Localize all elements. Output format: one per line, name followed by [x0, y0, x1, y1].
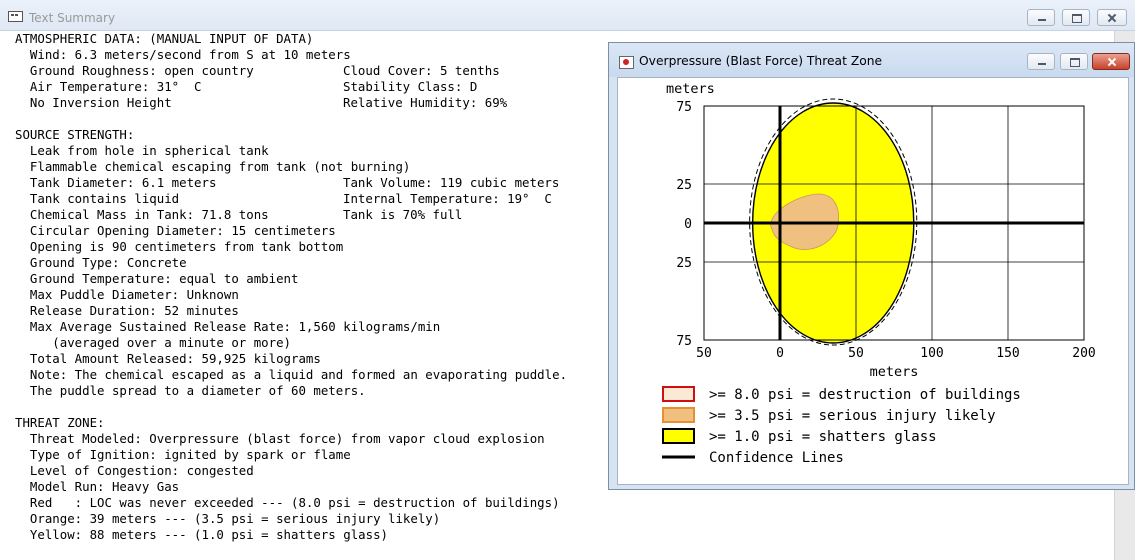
summary-text-left: Max Puddle Diameter: Unknown — [15, 287, 239, 302]
app-icon — [8, 11, 23, 22]
summary-text-left: Model Run: Heavy Gas — [15, 479, 180, 494]
threat-zone-titlebar[interactable]: Overpressure (Blast Force) Threat Zone — [609, 43, 1134, 77]
threat-zone-chart: meters 75 25 0 25 75 50 0 50 100 150 200 meters >= 8.… — [662, 81, 1096, 466]
threat-zone-window: Overpressure (Blast Force) Threat Zone m… — [608, 42, 1135, 490]
y-tick-label: 25 — [676, 178, 692, 193]
tz-minimize-button[interactable] — [1027, 53, 1055, 70]
summary-text-left: Total Amount Released: 59,925 kilograms — [15, 351, 321, 366]
legend-label: Confidence Lines — [709, 450, 844, 466]
summary-text-left: No Inversion Height — [15, 95, 172, 110]
summary-text-left: SOURCE STRENGTH: — [15, 127, 135, 142]
summary-text-left: Orange: 39 meters --- (3.5 psi = serious… — [15, 511, 441, 526]
summary-text-left: Circular Opening Diameter: 15 centimeter… — [15, 223, 336, 238]
summary-text-left: Type of Ignition: ignited by spark or fl… — [15, 447, 351, 462]
x-tick-label: 50 — [848, 346, 864, 361]
summary-text-right: Tank is 70% full — [343, 207, 463, 222]
x-tick-label: 100 — [920, 346, 943, 361]
summary-text-right: Cloud Cover: 5 tenths — [343, 63, 500, 78]
summary-text-right: Stability Class: D — [343, 79, 478, 94]
summary-text-left: Ground Type: Concrete — [15, 255, 187, 270]
summary-text-left: Red : LOC was never exceeded --- (8.0 ps… — [15, 495, 560, 510]
y-tick-label: 25 — [676, 256, 692, 271]
summary-text-left: ATMOSPHERIC DATA: (MANUAL INPUT OF DATA) — [15, 31, 314, 46]
summary-text-left: Tank Diameter: 6.1 meters — [15, 175, 217, 190]
legend-label: >= 1.0 psi = shatters glass — [709, 429, 937, 445]
legend-swatch-red — [662, 386, 695, 402]
summary-text-left: (averaged over a minute or more) — [15, 335, 292, 350]
threat-zone-plot-area: meters 75 25 0 25 75 50 0 50 100 150 200 meters >= 8.… — [617, 77, 1129, 485]
tz-close-button[interactable] — [1092, 53, 1130, 70]
summary-text-right: Relative Humidity: 69% — [343, 95, 508, 110]
summary-text-left: Tank contains liquid — [15, 191, 180, 206]
minimize-button[interactable] — [1027, 9, 1055, 26]
summary-text-left: The puddle spread to a diameter of 60 me… — [15, 383, 366, 398]
minimize-icon — [1028, 10, 1054, 25]
maximize-button[interactable] — [1062, 9, 1090, 26]
y-tick-label: 75 — [676, 100, 692, 115]
close-button[interactable] — [1097, 9, 1127, 26]
x-axis-title: meters — [870, 364, 919, 380]
x-tick-label: 150 — [996, 346, 1019, 361]
summary-text-right: Internal Temperature: 19° C — [343, 191, 552, 206]
summary-text-left: Yellow: 88 meters --- (1.0 psi = shatter… — [15, 527, 388, 542]
summary-text-left: Chemical Mass in Tank: 71.8 tons — [15, 207, 269, 222]
maximize-icon — [1061, 54, 1087, 69]
close-icon — [1093, 54, 1129, 69]
tz-maximize-button[interactable] — [1060, 53, 1088, 70]
summary-text-left: Release Duration: 52 minutes — [15, 303, 239, 318]
maximize-icon — [1063, 10, 1089, 25]
summary-text-left: Leak from hole in spherical tank — [15, 143, 269, 158]
summary-text-left: Opening is 90 centimeters from tank bott… — [15, 239, 344, 254]
text-summary-title: Text Summary — [29, 11, 116, 25]
legend-label: >= 8.0 psi = destruction of buildings — [709, 387, 1021, 403]
y-tick-label: 0 — [684, 217, 692, 232]
summary-text-left: Ground Roughness: open country — [15, 63, 254, 78]
legend-swatch-yellow — [662, 428, 695, 444]
summary-text-left: Wind: 6.3 meters/second from S at 10 met… — [15, 47, 351, 62]
summary-text-left: Threat Modeled: Overpressure (blast forc… — [15, 431, 545, 446]
y-axis-title: meters — [666, 81, 715, 97]
summary-text-left: Note: The chemical escaped as a liquid a… — [15, 367, 568, 382]
summary-text-left: Max Average Sustained Release Rate: 1,56… — [15, 319, 441, 334]
summary-text-left: Flammable chemical escaping from tank (n… — [15, 159, 411, 174]
text-summary-titlebar[interactable]: Text Summary — [0, 0, 1135, 31]
legend-swatch-orange — [662, 407, 695, 423]
x-tick-label: 200 — [1072, 346, 1095, 361]
summary-text-left: Level of Congestion: congested — [15, 463, 254, 478]
x-tick-label: 0 — [776, 346, 784, 361]
summary-text-left: Air Temperature: 31° C — [15, 79, 202, 94]
y-tick-label: 75 — [676, 334, 692, 349]
minimize-icon — [1028, 54, 1054, 69]
legend-label: >= 3.5 psi = serious injury likely — [709, 408, 996, 424]
threat-zone-title: Overpressure (Blast Force) Threat Zone — [639, 54, 883, 68]
summary-text-right: Tank Volume: 119 cubic meters — [343, 175, 560, 190]
close-icon — [1098, 10, 1126, 25]
x-tick-label: 50 — [696, 346, 712, 361]
summary-text-left: THREAT ZONE: — [15, 415, 105, 430]
threat-zone-icon — [619, 56, 634, 69]
summary-text-left: Ground Temperature: equal to ambient — [15, 271, 299, 286]
